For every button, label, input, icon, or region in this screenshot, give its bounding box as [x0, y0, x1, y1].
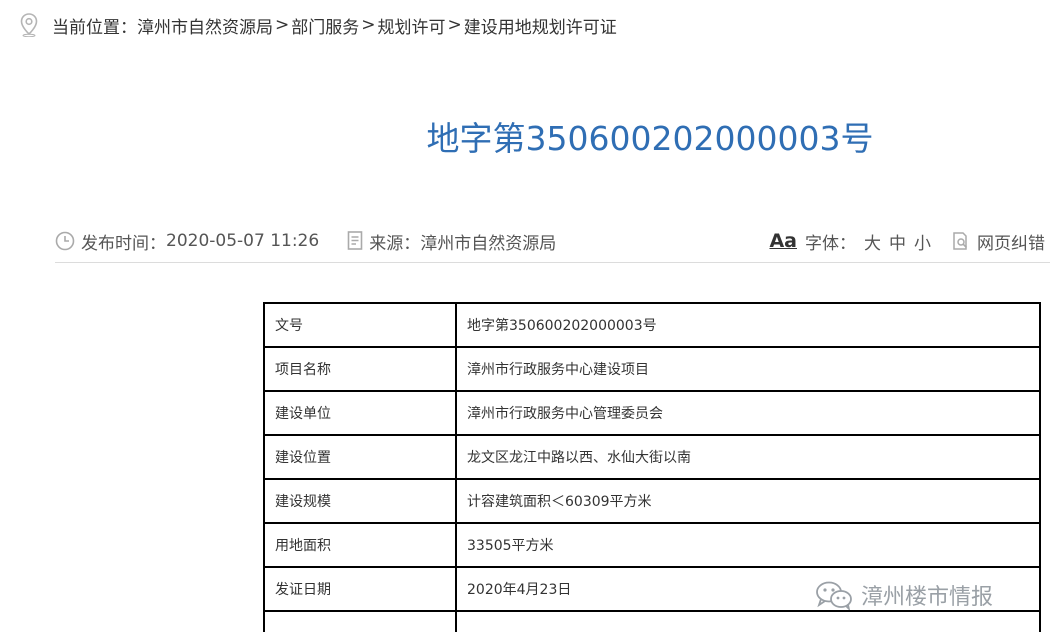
breadcrumb-item-planning[interactable]: 规划许可: [378, 13, 446, 38]
correction-label[interactable]: 网页纠错: [977, 229, 1045, 254]
table-row: 文号 地字第350600202000003号: [263, 302, 1041, 348]
breadcrumb: 当前位置： 漳州市自然资源局 > 部门服务 > 规划许可 > 建设用地规划许可证: [20, 10, 617, 40]
row-value: 漳州市行政服务中心建设项目: [455, 346, 1041, 392]
source-group: 来源： 漳州市自然资源局: [347, 229, 556, 254]
watermark: 漳州楼市情报: [815, 578, 993, 612]
search-document-icon: [951, 231, 971, 251]
breadcrumb-item-services[interactable]: 部门服务: [291, 13, 359, 38]
row-value: 计容建筑面积＜60309平方米: [455, 478, 1041, 524]
table-row: 建设规模 计容建筑面积＜60309平方米: [263, 478, 1041, 524]
publish-time-value: 2020-05-07 11:26: [166, 231, 320, 251]
row-key: 建设位置: [263, 434, 457, 480]
source-value: 漳州市自然资源局: [420, 233, 557, 254]
breadcrumb-item-bureau[interactable]: 漳州市自然资源局: [137, 13, 273, 38]
row-key: 文号: [263, 302, 457, 348]
font-size-medium[interactable]: 中: [889, 229, 906, 254]
article-meta: 发布时间： 2020-05-07 11:26 来源： 漳州市自然资源局 Aa 字…: [55, 226, 1045, 256]
page-title: 地字第350600202000003号: [426, 119, 874, 158]
row-value: 地字第350600202000003号: [455, 302, 1041, 348]
divider: [55, 262, 1050, 263]
document-icon: [347, 231, 363, 251]
table-row: [263, 610, 1041, 632]
table-row: 建设位置 龙文区龙江中路以西、水仙大街以南: [263, 434, 1041, 480]
font-size-large[interactable]: 大: [864, 229, 881, 254]
watermark-text: 漳州楼市情报: [861, 585, 994, 610]
row-key: [263, 610, 457, 632]
row-key: 项目名称: [263, 346, 457, 392]
row-value: 漳州市行政服务中心管理委员会: [455, 390, 1041, 436]
row-key: 建设单位: [263, 390, 457, 436]
row-key: 发证日期: [263, 566, 457, 612]
source-label: 来源：: [369, 233, 421, 254]
publish-time-label: 发布时间：: [81, 233, 166, 254]
row-key: 建设规模: [263, 478, 457, 524]
breadcrumb-prefix: 当前位置：: [52, 17, 137, 38]
breadcrumb-separator: >: [447, 15, 462, 35]
table-row: 建设单位 漳州市行政服务中心管理委员会: [263, 390, 1041, 436]
font-size-label: 字体：: [805, 233, 856, 254]
font-size-small[interactable]: 小: [914, 229, 931, 254]
font-size-icon: Aa: [769, 230, 797, 252]
breadcrumb-separator: >: [361, 15, 376, 35]
table-row: 用地面积 33505平方米: [263, 522, 1041, 568]
row-key: 用地面积: [263, 522, 457, 568]
wechat-icon: [815, 580, 853, 610]
breadcrumb-separator: >: [275, 15, 290, 35]
font-size-group: Aa 字体： 大 中 小: [769, 229, 931, 254]
location-pin-icon: [20, 12, 40, 38]
correction-link[interactable]: 网页纠错: [951, 229, 1045, 254]
row-value: 33505平方米: [455, 522, 1041, 568]
table-row: 项目名称 漳州市行政服务中心建设项目: [263, 346, 1041, 392]
row-value: [455, 610, 1041, 632]
breadcrumb-item-permit[interactable]: 建设用地规划许可证: [464, 13, 617, 38]
row-value: 龙文区龙江中路以西、水仙大街以南: [455, 434, 1041, 480]
clock-icon: [55, 231, 75, 251]
publish-time-group: 发布时间： 2020-05-07 11:26: [55, 229, 319, 254]
